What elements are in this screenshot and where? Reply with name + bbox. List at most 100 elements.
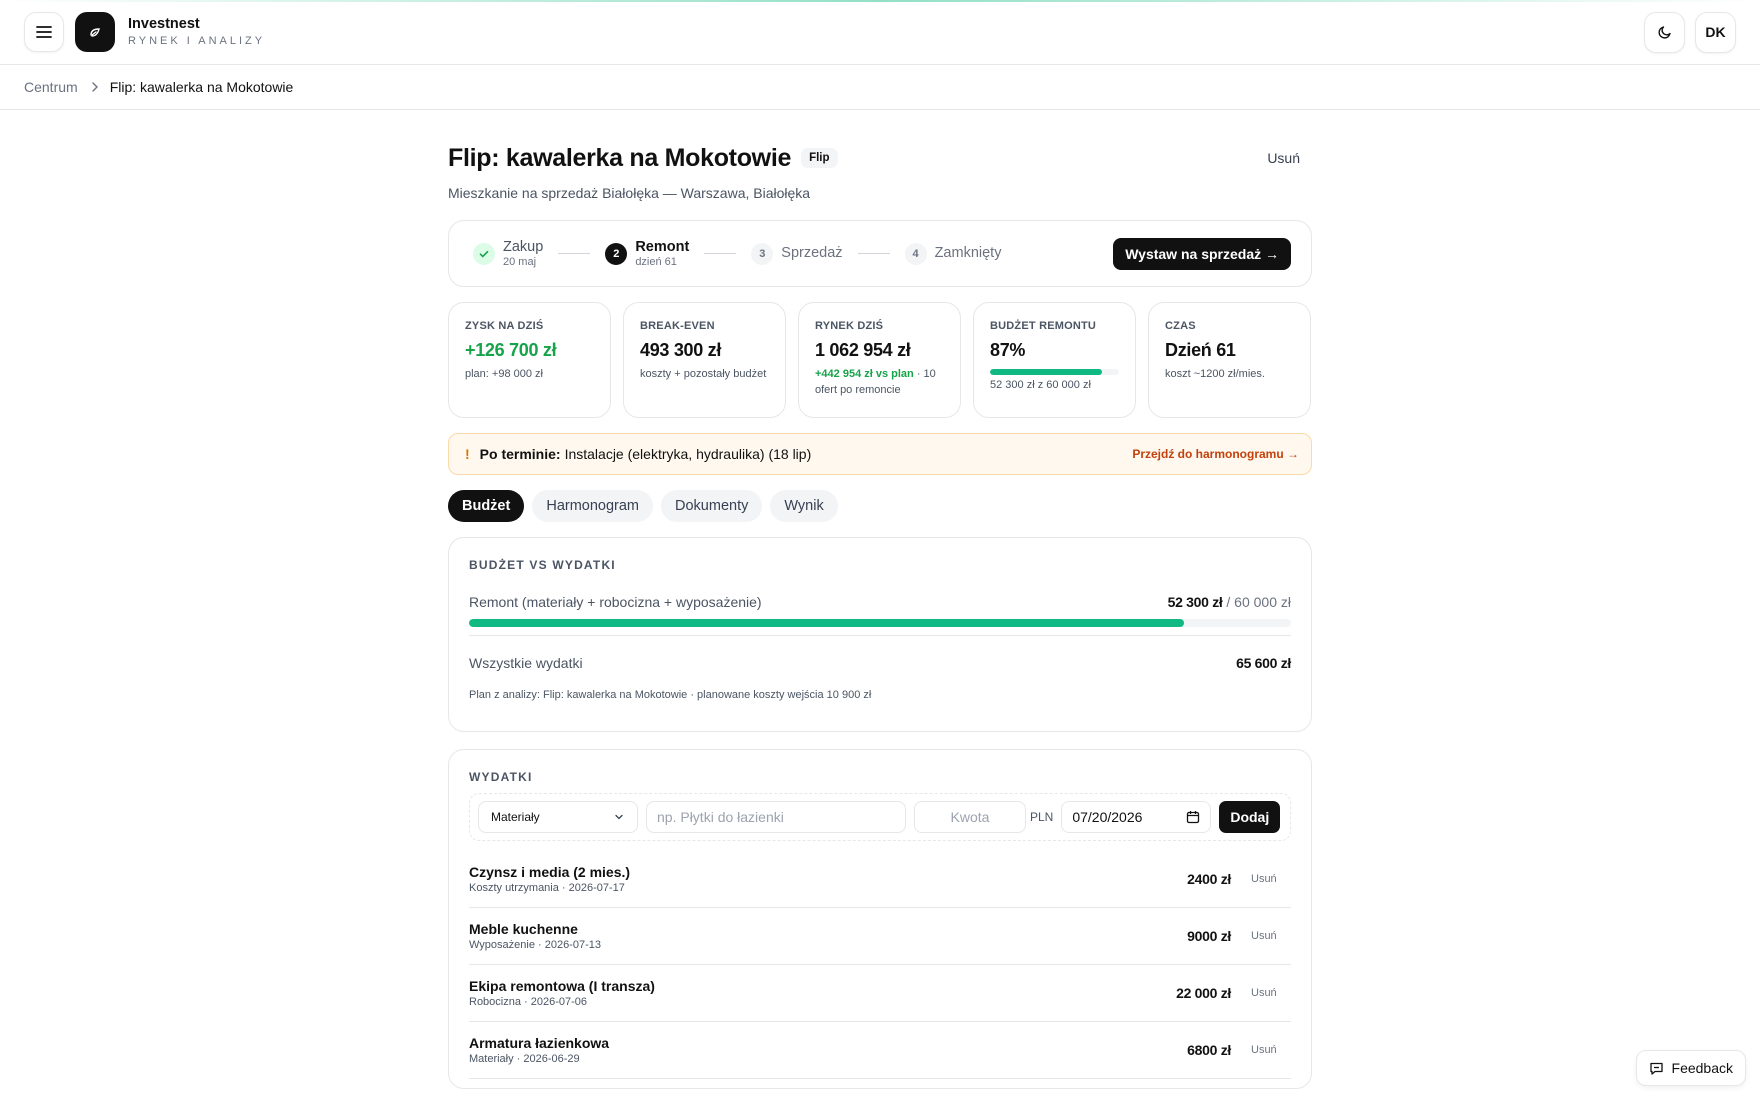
stat-value: 87% <box>990 340 1026 360</box>
add-expense-form: Materiały PLN 07/20/2026 Dodaj <box>469 793 1291 841</box>
category-select-value: Materiały <box>491 810 540 824</box>
go-to-schedule-link[interactable]: Przejdź do harmonogramu → <box>1132 447 1299 461</box>
step-zamkniety[interactable]: 4 Zamknięty <box>904 242 1002 265</box>
step-number: 3 <box>751 242 774 265</box>
theme-toggle-button[interactable] <box>1644 11 1685 53</box>
warning-icon: ! <box>465 446 470 462</box>
tab-dokumenty[interactable]: Dokumenty <box>661 490 763 522</box>
expense-name: Meble kuchenne <box>469 920 578 937</box>
section-title: WYDATKI <box>469 770 533 784</box>
budget-vs-expenses-card: BUDŻET VS WYDATKI Remont (materiały + ro… <box>448 537 1312 732</box>
add-expense-button[interactable]: Dodaj <box>1219 801 1281 833</box>
stat-budget: BUDŻET REMONTU 87% 52 300 zł z 60 000 zł <box>973 302 1136 418</box>
step-number: 4 <box>904 242 927 265</box>
stat-value: +126 700 zł <box>465 340 557 360</box>
stat-note: koszt ~1200 zł/mies. <box>1165 368 1265 380</box>
expense-date-input[interactable]: 07/20/2026 <box>1061 801 1212 833</box>
stat-label: CZAS <box>1165 320 1196 332</box>
step-zakup[interactable]: Zakup 20 maj <box>473 239 543 269</box>
message-icon <box>1649 1061 1664 1076</box>
project-subtitle: Mieszkanie na sprzedaż Białołęka — Warsz… <box>448 185 811 201</box>
step-label: Zamknięty <box>934 245 1002 261</box>
stats-row: ZYSK NA DZIŚ +126 700 zł plan: +98 000 z… <box>448 302 1312 418</box>
project-type-badge: Flip <box>801 148 838 168</box>
expense-name: Ekipa remontowa (I transza) <box>469 977 655 994</box>
delete-project-button[interactable]: Usuń <box>1267 150 1300 166</box>
project-page: Flip: kawalerka na Mokotowie Flip Usuń M… <box>448 110 1312 1089</box>
list-for-sale-button[interactable]: Wystaw na sprzedaż → <box>1113 237 1291 270</box>
stat-time: CZAS Dzień 61 koszt ~1200 zł/mies. <box>1148 302 1311 418</box>
stat-value: Dzień 61 <box>1165 340 1236 360</box>
delete-expense-button[interactable]: Usuń <box>1251 987 1291 999</box>
expense-meta: Robocizna · 2026-07-06 <box>469 995 588 1008</box>
breadcrumb-current: Flip: kawalerka na Mokotowie <box>109 79 294 95</box>
expense-meta: Wyposażenie · 2026-07-13 <box>469 938 601 951</box>
list-item: Czynsz i media (2 mies.) Koszty utrzyman… <box>469 851 1291 908</box>
brand-tagline: RYNEK I ANALIZY <box>128 35 266 47</box>
expenses-list: Czynsz i media (2 mies.) Koszty utrzyman… <box>469 851 1291 1079</box>
step-connector <box>558 253 591 254</box>
moon-icon <box>1657 26 1671 39</box>
delete-expense-button[interactable]: Usuń <box>1251 873 1291 885</box>
stat-note: koszty + pozostały budżet <box>640 368 767 380</box>
section-tabs: Budżet Harmonogram Dokumenty Wynik <box>448 490 1312 522</box>
tab-harmonogram[interactable]: Harmonogram <box>532 490 654 522</box>
feedback-button[interactable]: Feedback <box>1635 1050 1746 1086</box>
expense-description-input[interactable] <box>646 801 906 833</box>
tab-wynik[interactable]: Wynik <box>770 490 838 522</box>
all-expenses-label: Wszystkie wydatki <box>469 655 583 671</box>
budget-progress-fill <box>469 619 1185 627</box>
breadcrumb-root-link[interactable]: Centrum <box>24 79 78 95</box>
step-label: Zakup <box>503 238 544 255</box>
category-select[interactable]: Materiały <box>478 801 638 833</box>
tab-budzet[interactable]: Budżet <box>448 490 525 522</box>
expense-name: Armatura łazienkowa <box>469 1034 610 1051</box>
stat-label: RYNEK DZIŚ <box>815 320 884 332</box>
step-remont[interactable]: 2 Remont dzień 61 <box>605 239 689 269</box>
expense-meta: Materiały · 2026-06-29 <box>469 1052 580 1065</box>
list-item: Meble kuchenne Wyposażenie · 2026-07-13 … <box>469 908 1291 965</box>
budget-mini-progress-fill <box>990 369 1103 375</box>
calendar-icon[interactable] <box>1186 810 1200 824</box>
page-title: Flip: kawalerka na Mokotowie <box>448 143 792 172</box>
step-connector <box>857 253 890 254</box>
currency-label: PLN <box>1030 810 1054 824</box>
expenses-card: WYDATKI Materiały PLN 07/20/2026 Dodaj <box>448 749 1312 1089</box>
check-icon <box>473 242 495 265</box>
progress-stepper: Zakup 20 maj 2 Remont dzień 61 3 Sprzeda… <box>448 220 1312 287</box>
stat-note: plan: +98 000 zł <box>465 368 543 380</box>
stat-label: BUDŻET REMONTU <box>990 320 1097 332</box>
stat-label: ZYSK NA DZIŚ <box>465 320 544 332</box>
menu-button[interactable] <box>24 12 64 52</box>
budget-mini-progress <box>990 369 1119 375</box>
divider <box>469 635 1291 636</box>
app-header: Investnest RYNEK I ANALIZY DK <box>0 0 1760 65</box>
delete-expense-button[interactable]: Usuń <box>1251 1044 1291 1056</box>
brand: Investnest RYNEK I ANALIZY <box>128 15 265 49</box>
section-title: BUDŻET VS WYDATKI <box>469 558 616 572</box>
stat-note: 52 300 zł z 60 000 zł <box>990 379 1091 391</box>
app-logo[interactable] <box>75 12 115 52</box>
delete-expense-button[interactable]: Usuń <box>1251 930 1291 942</box>
stat-label: BREAK-EVEN <box>640 320 715 332</box>
chevron-down-icon <box>613 811 625 823</box>
leaf-logo-icon <box>90 28 100 37</box>
stat-profit: ZYSK NA DZIŚ +126 700 zł plan: +98 000 z… <box>448 302 611 418</box>
alert-text: Instalacje (elektryka, hydraulika) (18 l… <box>564 446 812 462</box>
stat-market: RYNEK DZIŚ 1 062 954 zł +442 954 zł vs p… <box>798 302 961 418</box>
title-row: Flip: kawalerka na Mokotowie Flip Usuń <box>448 142 1312 174</box>
expense-amount: 6800 zł <box>1187 1042 1231 1058</box>
overdue-alert: ! Po terminie: Instalacje (elektryka, hy… <box>448 433 1312 475</box>
chevron-right-icon <box>91 82 99 92</box>
expense-amount-input[interactable] <box>914 801 1026 833</box>
stat-value: 1 062 954 zł <box>815 340 911 360</box>
user-avatar-button[interactable]: DK <box>1695 11 1736 53</box>
expense-amount: 2400 zł <box>1187 871 1231 887</box>
step-label: Sprzedaż <box>781 245 843 261</box>
budget-values: 52 300 zł / 60 000 zł <box>1168 594 1291 610</box>
step-sprzedaz[interactable]: 3 Sprzedaż <box>751 242 843 265</box>
alert-title: Po terminie: <box>479 446 561 462</box>
step-number: 2 <box>605 242 628 265</box>
budget-total: / 60 000 zł <box>1222 594 1291 610</box>
hamburger-icon <box>36 26 52 38</box>
